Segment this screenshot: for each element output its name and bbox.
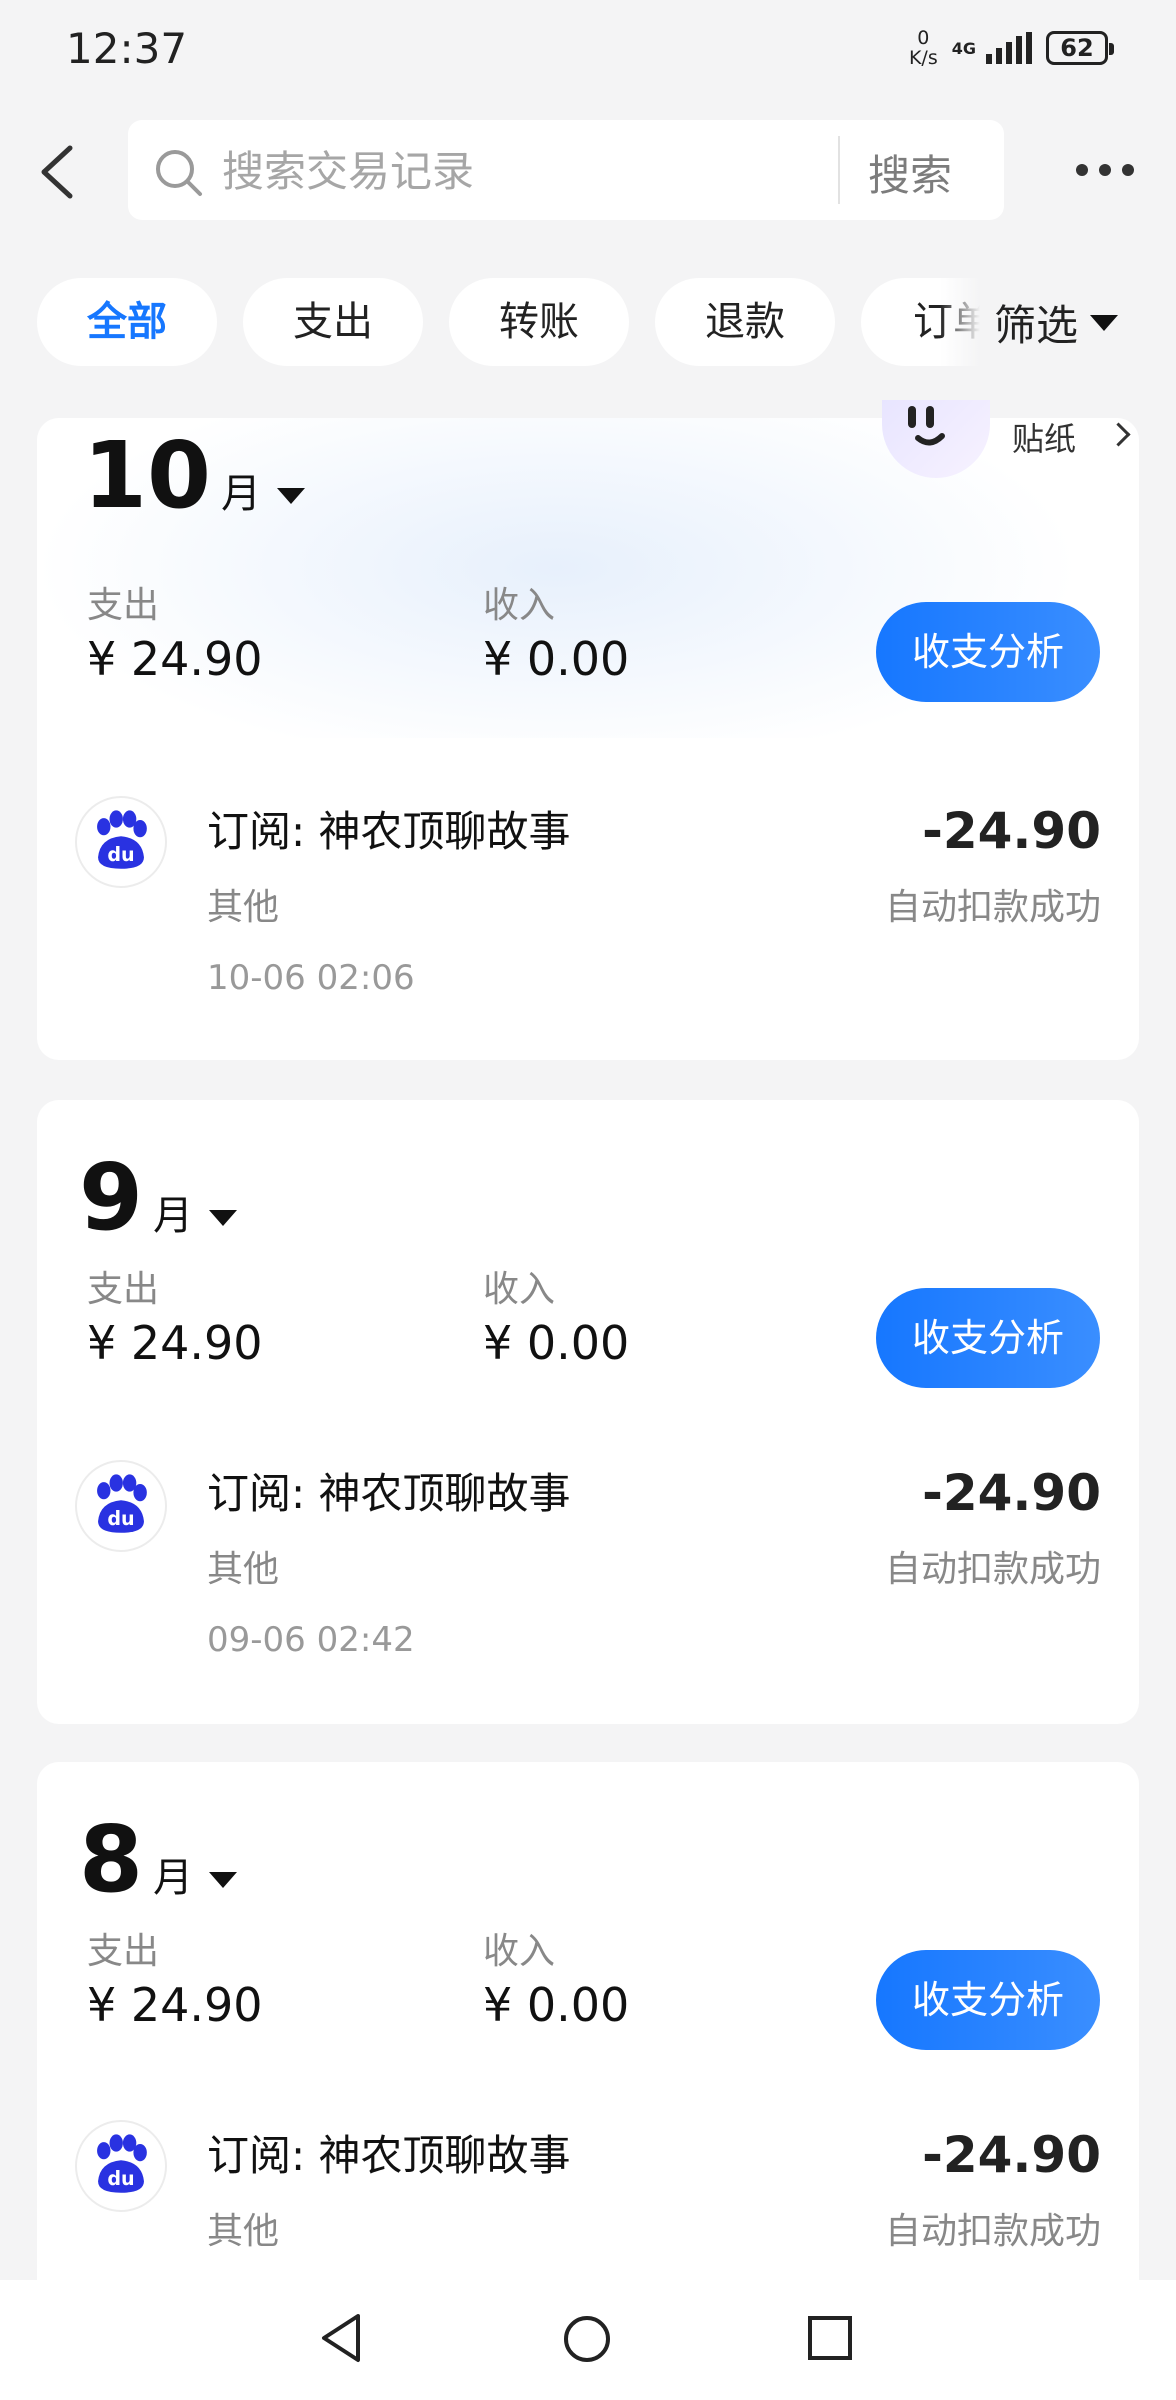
tab-transfer[interactable]: 转账 [449,278,629,366]
expense-value: ¥ 24.90 [87,1978,263,2032]
month-selector[interactable]: 10 月 [83,422,306,529]
filter-label: 筛选 [994,301,1079,350]
chevron-down-icon [277,488,306,504]
search-button[interactable]: 搜索 [868,142,952,203]
status-time: 12:37 [66,24,188,73]
expense-value: ¥ 24.90 [87,632,263,686]
tab-all[interactable]: 全部 [37,278,217,366]
baidu-logo-icon: du [75,2120,167,2212]
filter-button[interactable]: 筛选 [994,292,1119,353]
battery-level: 62 [1060,34,1094,62]
month-selector[interactable]: 9 月 [79,1144,238,1251]
transaction-amount: -24.90 [922,2126,1101,2184]
transaction-time: 09-06 02:42 [207,1620,415,1660]
month-card: 10 月 支出 ¥ 24.90 收入 ¥ 0.00 收支分析 du 订阅: 神农… [37,418,1139,1060]
transaction-status: 自动扣款成功 [884,2211,1101,2252]
month-unit: 月 [153,1193,194,1239]
income-value: ¥ 0.00 [483,1978,630,2032]
back-icon[interactable] [34,144,84,200]
chevron-down-icon [209,1872,238,1888]
month-unit: 月 [221,471,262,517]
nav-home-icon[interactable] [564,2316,610,2362]
month-selector[interactable]: 8 月 [79,1806,238,1913]
transaction-title: 订阅: 神农顶聊故事 [207,2131,571,2180]
baidu-logo-icon: du [75,796,167,888]
search-input[interactable] [220,142,954,200]
svg-text:du: du [107,2167,134,2190]
net-speed: 0 K/s [909,28,938,68]
analyze-button[interactable]: 收支分析 [876,1288,1100,1388]
income-label: 收入 [483,585,556,626]
month-number: 9 [79,1144,144,1251]
search-icon [156,150,202,196]
transaction-time: 10-06 02:06 [207,958,415,998]
nav-back-icon[interactable] [318,2310,364,2366]
income-label: 收入 [483,1931,556,1972]
chevron-right-icon [1106,422,1131,447]
sticker-face-icon [882,400,990,478]
battery-icon: 62 [1046,31,1114,65]
income-value: ¥ 0.00 [483,632,630,686]
month-card: 8 月 支出 ¥ 24.90 收入 ¥ 0.00 收支分析 du 订阅: 神农顶… [37,1762,1139,2322]
tab-expense[interactable]: 支出 [243,278,423,366]
transaction-amount: -24.90 [922,1464,1101,1522]
net-speed-value: 0 [917,27,930,49]
chevron-down-icon [209,1210,238,1226]
transaction-status: 自动扣款成功 [884,1549,1101,1590]
transaction-title: 订阅: 神农顶聊故事 [207,807,571,856]
income-label: 收入 [483,1269,556,1310]
status-bar: 12:37 0 K/s 4G 62 [0,0,1176,100]
more-icon[interactable] [1076,158,1140,182]
nav-recent-icon[interactable] [808,2316,852,2360]
tab-refund[interactable]: 退款 [655,278,835,366]
month-number: 8 [79,1806,144,1913]
transaction-category: 其他 [207,2211,280,2252]
income-value: ¥ 0.00 [483,1316,630,1370]
analyze-button[interactable]: 收支分析 [876,602,1100,702]
filter-tabs: 全部 支出 转账 退款 订单 筛选 [0,278,1176,368]
transaction-title: 订阅: 神农顶聊故事 [207,1469,571,1518]
transaction-status: 自动扣款成功 [884,887,1101,928]
transaction-category: 其他 [207,1549,280,1590]
chevron-down-icon [1090,314,1119,331]
transaction-amount: -24.90 [922,802,1101,860]
sticker-button[interactable]: 贴纸 [882,400,1138,480]
system-nav-bar [0,2280,1176,2400]
month-number: 10 [83,422,212,529]
header: 搜索 [0,120,1176,220]
network-type: 4G [951,38,976,58]
sticker-label: 贴纸 [1012,420,1077,458]
expense-label: 支出 [87,585,160,626]
baidu-logo-icon: du [75,1460,167,1552]
search-box: 搜索 [128,120,1004,220]
expense-value: ¥ 24.90 [87,1316,263,1370]
signal-icon [986,32,1032,64]
svg-text:du: du [107,1507,134,1530]
status-indicators: 0 K/s 4G 62 [909,28,1114,68]
search-divider [838,136,840,204]
svg-text:du: du [107,843,134,866]
net-speed-unit: K/s [908,47,938,69]
expense-label: 支出 [87,1269,160,1310]
analyze-button[interactable]: 收支分析 [876,1950,1100,2050]
month-card: 9 月 支出 ¥ 24.90 收入 ¥ 0.00 收支分析 du 订阅: 神农顶… [37,1100,1139,1724]
month-unit: 月 [153,1855,194,1901]
transaction-category: 其他 [207,887,280,928]
expense-label: 支出 [87,1931,160,1972]
